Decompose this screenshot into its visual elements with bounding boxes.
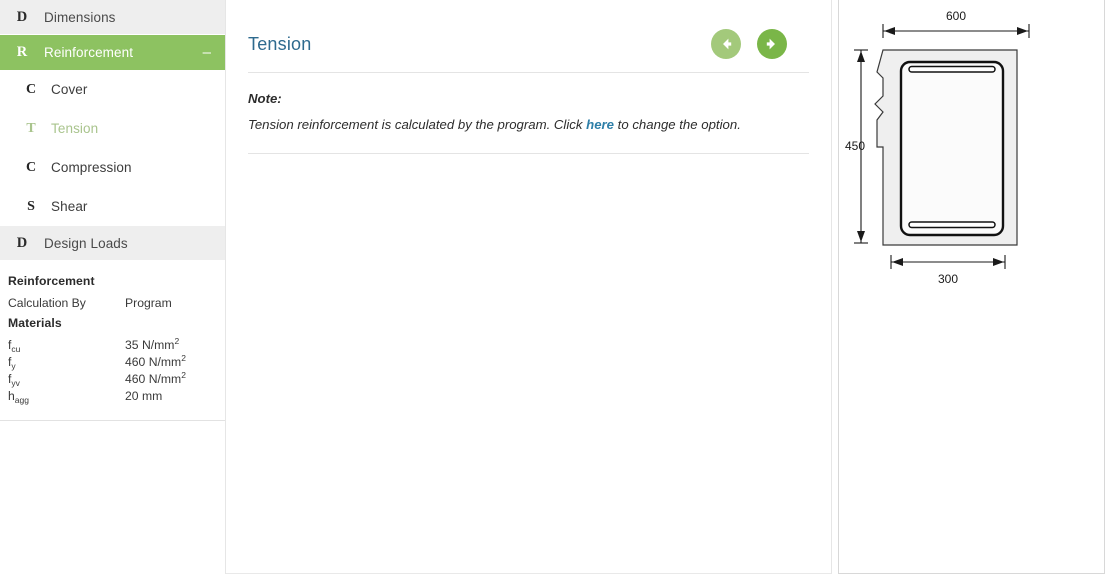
page-title: Tension xyxy=(248,33,312,54)
material-superscript: 2 xyxy=(174,336,180,346)
sidebar-item-design-loads[interactable]: D Design Loads xyxy=(0,226,225,261)
summary-divider xyxy=(0,420,225,421)
dimension-label-bottom: 300 xyxy=(938,272,958,286)
material-value: 460 N/mm2 xyxy=(125,353,186,369)
dimension-label-width: 600 xyxy=(946,9,966,23)
dimensions-icon: D xyxy=(16,8,28,25)
stirrup-link xyxy=(899,60,1005,237)
tension-icon: T xyxy=(26,120,36,136)
sidebar-item-label: Design Loads xyxy=(44,235,128,251)
note-label: Note: xyxy=(248,91,282,106)
material-row-fyv: fyv 460 N/mm2 xyxy=(8,370,215,388)
arrowhead-right xyxy=(1017,27,1028,35)
sidebar-item-label: Dimensions xyxy=(44,9,116,25)
sidebar-item-label: Compression xyxy=(51,160,132,175)
calculation-by-label: Calculation By xyxy=(8,296,86,310)
material-subscript: y xyxy=(11,360,16,371)
sidebar-nav: D Dimensions R Reinforcement – C Cover T… xyxy=(0,0,225,261)
bottom-tension-reinforcement-bars xyxy=(908,221,996,229)
arrowhead-right xyxy=(993,258,1004,266)
material-subscript: yv xyxy=(11,377,20,388)
content-header: Tension xyxy=(226,0,831,66)
sidebar-item-shear[interactable]: S Shear xyxy=(0,187,225,226)
sidebar-item-compression[interactable]: C Compression xyxy=(0,148,225,187)
sidebar-item-label: Cover xyxy=(51,82,88,97)
shear-icon: S xyxy=(27,198,35,214)
sidebar: D Dimensions R Reinforcement – C Cover T… xyxy=(0,0,226,574)
material-row-fcu: fcu 35 N/mm2 xyxy=(8,336,215,354)
dimension-width-600 xyxy=(882,24,1030,38)
material-value: 35 N/mm2 xyxy=(125,336,180,352)
arrowhead-top xyxy=(857,51,865,62)
sidebar-item-dimensions[interactable]: D Dimensions xyxy=(0,0,225,35)
change-option-link[interactable]: here xyxy=(586,117,614,132)
material-value: 20 mm xyxy=(125,389,163,403)
material-symbol: hagg xyxy=(8,389,29,405)
reinforcement-summary-panel: Reinforcement Calculation By Program Mat… xyxy=(0,261,225,421)
material-value: 460 N/mm2 xyxy=(125,370,186,386)
sidebar-item-label: Reinforcement xyxy=(44,44,134,60)
top-reinforcement-bars xyxy=(908,65,996,73)
next-page-button[interactable] xyxy=(757,29,787,59)
sidebar-item-label: Tension xyxy=(51,121,99,136)
material-symbol: fcu xyxy=(8,338,21,354)
collapse-minus-icon[interactable]: – xyxy=(203,45,213,60)
note-text: Tension reinforcement is calculated by t… xyxy=(248,115,809,134)
materials-title: Materials xyxy=(8,316,62,330)
note-divider xyxy=(248,153,809,155)
material-subscript: agg xyxy=(14,394,29,405)
material-symbol: fy xyxy=(8,355,16,371)
arrow-left-circle-icon xyxy=(723,38,732,50)
compression-icon: C xyxy=(25,159,37,175)
design-loads-icon: D xyxy=(16,234,28,251)
material-subscript: cu xyxy=(11,343,21,354)
material-symbol: fyv xyxy=(8,372,20,388)
sidebar-item-tension[interactable]: T Tension xyxy=(0,109,225,148)
note-text-before: Tension reinforcement is calculated by t… xyxy=(248,117,587,132)
cover-icon: C xyxy=(25,81,37,97)
material-row-fy: fy 460 N/mm2 xyxy=(8,353,215,371)
main-content: Tension Note: Tension reinforcement is c… xyxy=(226,0,832,574)
arrowhead-bottom xyxy=(857,231,865,242)
dimension-bottom-300 xyxy=(890,255,1006,269)
calculation-by-value: Program xyxy=(125,296,172,310)
note-text-after: to change the option. xyxy=(614,117,741,132)
dimension-label-height: 450 xyxy=(845,139,865,153)
sidebar-item-reinforcement[interactable]: R Reinforcement – xyxy=(0,35,225,70)
material-row-hagg: hagg 20 mm xyxy=(8,389,215,405)
application-window: D Dimensions R Reinforcement – C Cover T… xyxy=(0,0,1105,574)
beam-cross-section-drawing: 600 450 300 xyxy=(845,9,1030,286)
summary-title: Reinforcement xyxy=(8,274,95,288)
reinforcement-icon: R xyxy=(16,43,28,60)
cross-section-panel: 600 450 300 xyxy=(838,0,1105,574)
arrow-right-circle-icon xyxy=(766,38,775,50)
summary-row-calculation-by: Calculation By Program xyxy=(8,296,215,310)
material-superscript: 2 xyxy=(181,370,186,380)
arrowhead-left xyxy=(892,258,903,266)
page-navigation xyxy=(711,29,809,59)
material-superscript: 2 xyxy=(181,353,186,363)
note-section: Note: Tension reinforcement is calculate… xyxy=(226,73,831,134)
sidebar-item-cover[interactable]: C Cover xyxy=(0,70,225,109)
previous-page-button[interactable] xyxy=(711,29,741,59)
sidebar-item-label: Shear xyxy=(51,199,88,214)
arrowhead-left xyxy=(884,27,895,35)
